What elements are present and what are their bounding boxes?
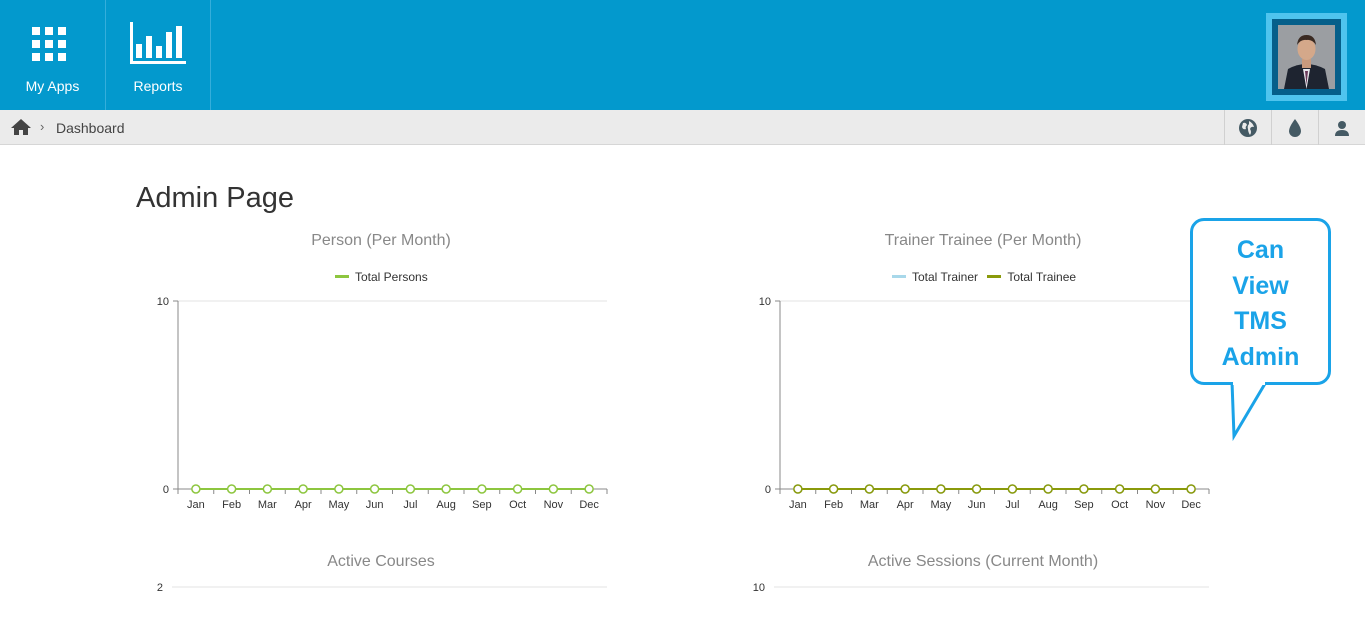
chart-person: 0 10 Jan Feb Mar Apr May Jun Jul Aug Sep Oct Nov Dec <box>157 296 608 511</box>
data-point <box>262 484 273 494</box>
data-point <box>548 484 559 494</box>
home-icon[interactable] <box>10 118 32 136</box>
data-point <box>441 484 451 494</box>
user-avatar[interactable] <box>1266 13 1347 101</box>
x-tick-label: Sep <box>472 499 492 511</box>
x-tick-label: May <box>328 499 349 511</box>
x-tick-label: Jul <box>1005 499 1019 511</box>
my-apps-label: My Apps <box>25 78 80 94</box>
callout-line-1: Can <box>1236 236 1285 264</box>
chart-legend-person: Total Persons <box>335 270 434 284</box>
chart-trainer-trainee: 0 10 Jan Feb Mar Apr May Jun Jul Aug Sep Oct Nov Dec <box>759 296 1210 511</box>
data-point <box>405 484 416 494</box>
x-tick-label: Feb <box>222 499 241 511</box>
data-point <box>334 484 344 494</box>
y-tick-label: 0 <box>765 484 771 496</box>
bar-chart-icon <box>130 22 186 64</box>
data-point <box>900 484 910 494</box>
chart-legend-trainer-trainee: Total Trainer Total Trainee <box>892 270 1082 284</box>
theme-button[interactable] <box>1271 110 1318 145</box>
chart-active-sessions: 10 <box>753 582 1209 594</box>
x-tick-label: Jun <box>968 499 986 511</box>
user-icon <box>1335 121 1349 136</box>
y-tick-label: 10 <box>157 296 169 308</box>
callout-tail <box>1230 382 1268 442</box>
x-tick-label: Apr <box>295 499 312 511</box>
y-tick-label: 10 <box>759 296 771 308</box>
apps-grid-icon <box>32 27 66 61</box>
data-point <box>477 484 487 494</box>
data-point <box>828 484 839 494</box>
legend-item-total-persons[interactable]: Total Persons <box>335 270 428 284</box>
legend-item-total-trainee[interactable]: Total Trainee <box>987 270 1076 284</box>
y-tick-label: 10 <box>753 582 765 594</box>
reports-label: Reports <box>133 78 183 94</box>
legend-label-total-persons: Total Persons <box>355 270 428 284</box>
data-point <box>793 484 803 494</box>
data-point <box>1079 484 1089 494</box>
annotation-callout: Can View TMS Admin <box>1190 218 1331 385</box>
drop-icon <box>1289 119 1301 137</box>
avatar-photo <box>1278 25 1335 89</box>
x-tick-label: May <box>930 499 951 511</box>
x-tick-label: Nov <box>544 499 564 511</box>
x-tick-label: Oct <box>509 499 526 511</box>
x-tick-label: Oct <box>1111 499 1128 511</box>
language-button[interactable] <box>1224 110 1271 145</box>
top-bar: My Apps Reports <box>0 0 1365 110</box>
x-tick-label: Feb <box>824 499 843 511</box>
chart-active-courses: 2 <box>157 582 607 594</box>
x-tick-label: Jan <box>789 499 807 511</box>
x-tick-label: Aug <box>1038 499 1058 511</box>
data-point <box>1150 484 1161 494</box>
chart-title-person: Person (Per Month) <box>311 232 451 249</box>
x-tick-label: Dec <box>1181 499 1201 511</box>
data-point <box>1114 484 1125 494</box>
x-tick-label: Jan <box>187 499 205 511</box>
data-point <box>584 484 594 494</box>
legend-item-total-trainer[interactable]: Total Trainer <box>892 270 981 284</box>
callout-line-4: Admin <box>1221 342 1300 371</box>
x-tick-label: Dec <box>579 499 599 511</box>
x-tick-label: Aug <box>436 499 456 511</box>
x-tick-label: Jun <box>366 499 384 511</box>
x-tick-label: Mar <box>860 499 879 511</box>
data-point <box>864 484 875 494</box>
legend-label-total-trainer: Total Trainer <box>912 270 979 284</box>
globe-icon <box>1239 119 1257 137</box>
data-point <box>369 484 380 494</box>
data-point <box>1007 484 1018 494</box>
x-tick-label: Apr <box>897 499 914 511</box>
callout-line-3: TMS <box>1234 307 1287 335</box>
reports-button[interactable]: Reports <box>106 0 211 110</box>
data-point <box>1043 484 1053 494</box>
my-apps-button[interactable]: My Apps <box>0 0 106 110</box>
breadcrumb-separator: › <box>40 119 45 134</box>
x-tick-label: Sep <box>1074 499 1094 511</box>
page-title: Admin Page <box>136 182 294 214</box>
data-point <box>971 484 982 494</box>
x-tick-label: Nov <box>1146 499 1166 511</box>
x-tick-label: Mar <box>258 499 277 511</box>
data-point <box>298 484 308 494</box>
callout-line-2: View <box>1232 271 1289 300</box>
data-point <box>512 484 523 494</box>
data-point <box>1186 484 1196 494</box>
x-tick-label: Jul <box>403 499 417 511</box>
chart-title-trainer-trainee: Trainer Trainee (Per Month) <box>884 232 1082 249</box>
chart-title-active-sessions: Active Sessions (Current Month) <box>867 553 1099 570</box>
data-point <box>936 484 946 494</box>
y-tick-label: 2 <box>157 582 163 594</box>
breadcrumb-dashboard[interactable]: Dashboard <box>56 120 125 136</box>
data-point <box>226 484 237 494</box>
chart-title-active-courses: Active Courses <box>327 553 435 570</box>
breadcrumb-bar: › Dashboard <box>0 110 1365 145</box>
legend-label-total-trainee: Total Trainee <box>1007 270 1077 284</box>
data-point <box>191 484 201 494</box>
profile-button[interactable] <box>1318 110 1365 145</box>
y-tick-label: 0 <box>163 484 169 496</box>
